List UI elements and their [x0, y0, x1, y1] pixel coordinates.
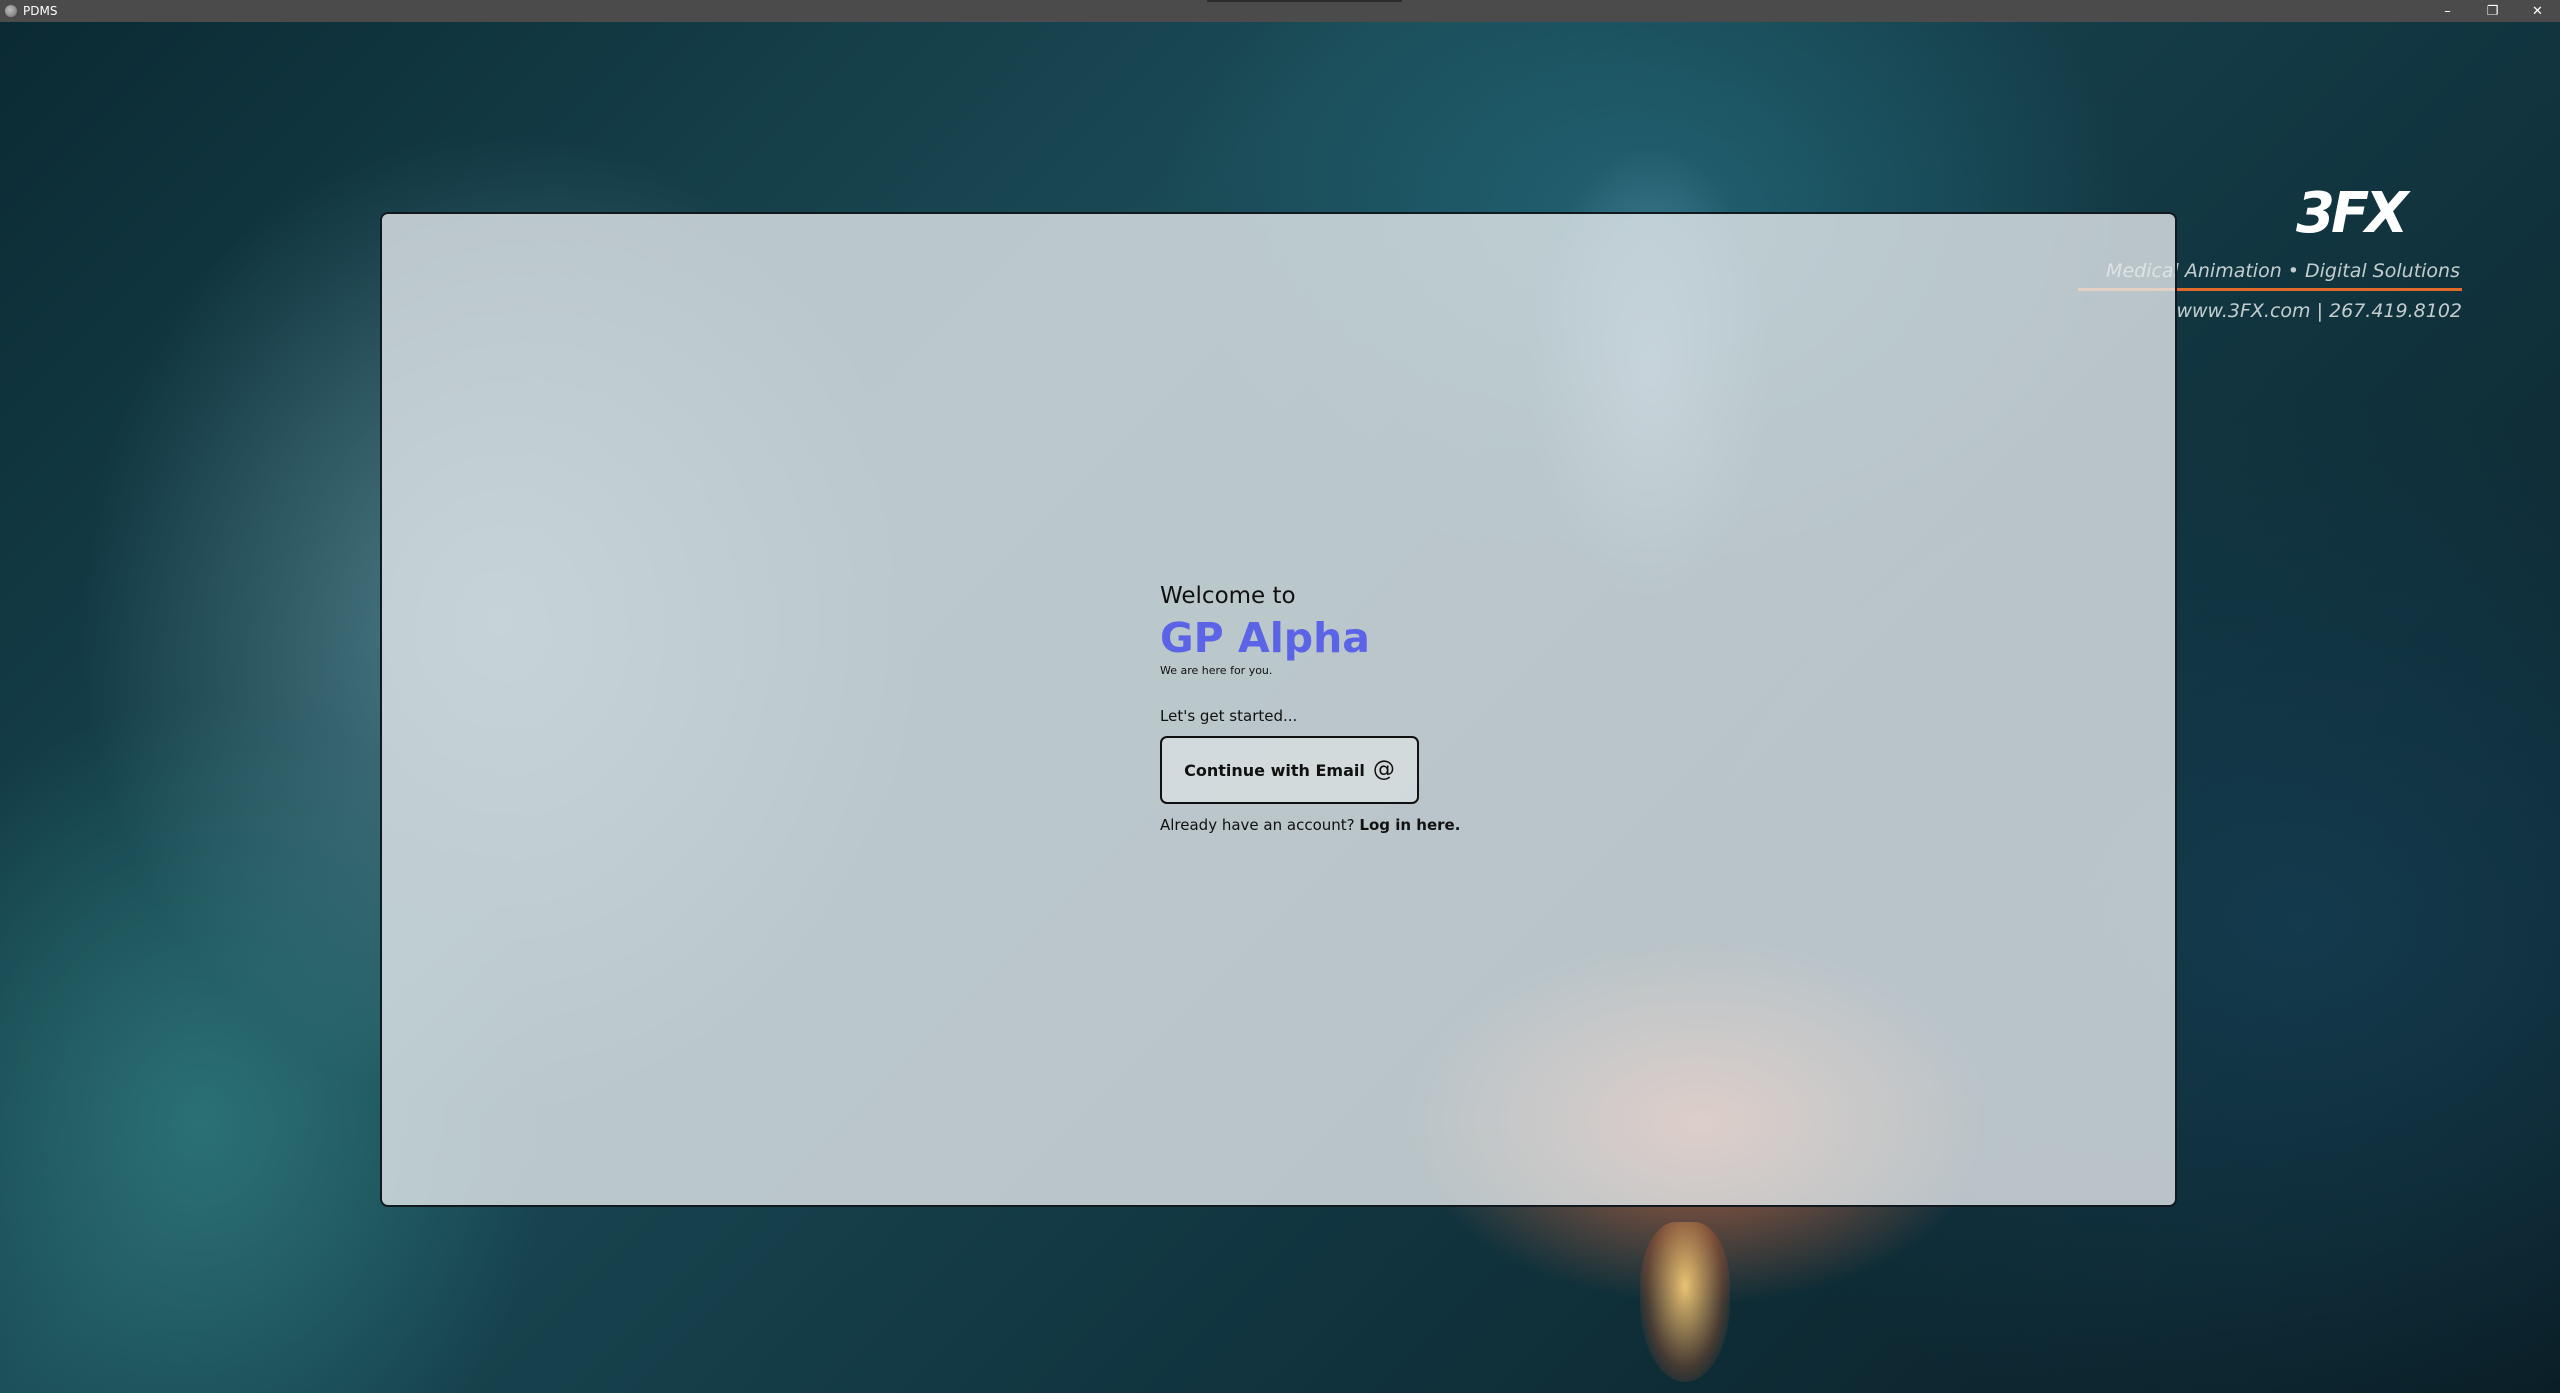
titlebar-drag-handle[interactable] — [1207, 0, 1402, 2]
welcome-heading: Welcome to — [1160, 583, 1296, 609]
minimize-icon: – — [2444, 3, 2451, 19]
at-icon: @ — [1372, 757, 1395, 782]
login-prompt: Already have an account? — [1160, 816, 1355, 834]
minimize-button[interactable]: – — [2425, 0, 2470, 22]
get-started-text: Let's get started... — [1160, 707, 1298, 725]
window-title: PDMS — [23, 4, 58, 18]
welcome-content: Welcome to GP Alpha We are here for you.… — [1160, 581, 1460, 835]
brand-tagline: We are here for you. — [1160, 664, 1273, 677]
brand-name: GP Alpha — [1160, 614, 1370, 662]
restore-icon: ❐ — [2486, 3, 2499, 19]
3fx-logo: 3FX — [2296, 181, 2408, 246]
login-link[interactable]: Log in here. — [1359, 816, 1460, 834]
window-controls: – ❐ ✕ — [2425, 0, 2560, 22]
close-icon: ✕ — [2532, 3, 2543, 19]
app-icon — [5, 5, 17, 17]
window-titlebar[interactable]: PDMS – ❐ ✕ — [0, 0, 2560, 22]
login-row: Already have an account? Log in here. — [1160, 815, 1460, 835]
restore-button[interactable]: ❐ — [2470, 0, 2515, 22]
close-button[interactable]: ✕ — [2515, 0, 2560, 22]
3fx-contact: www.3FX.com | 267.419.8102 — [2176, 300, 2462, 322]
continue-with-email-button[interactable]: Continue with Email @ — [1160, 736, 1419, 804]
continue-with-email-label: Continue with Email — [1184, 760, 1365, 780]
